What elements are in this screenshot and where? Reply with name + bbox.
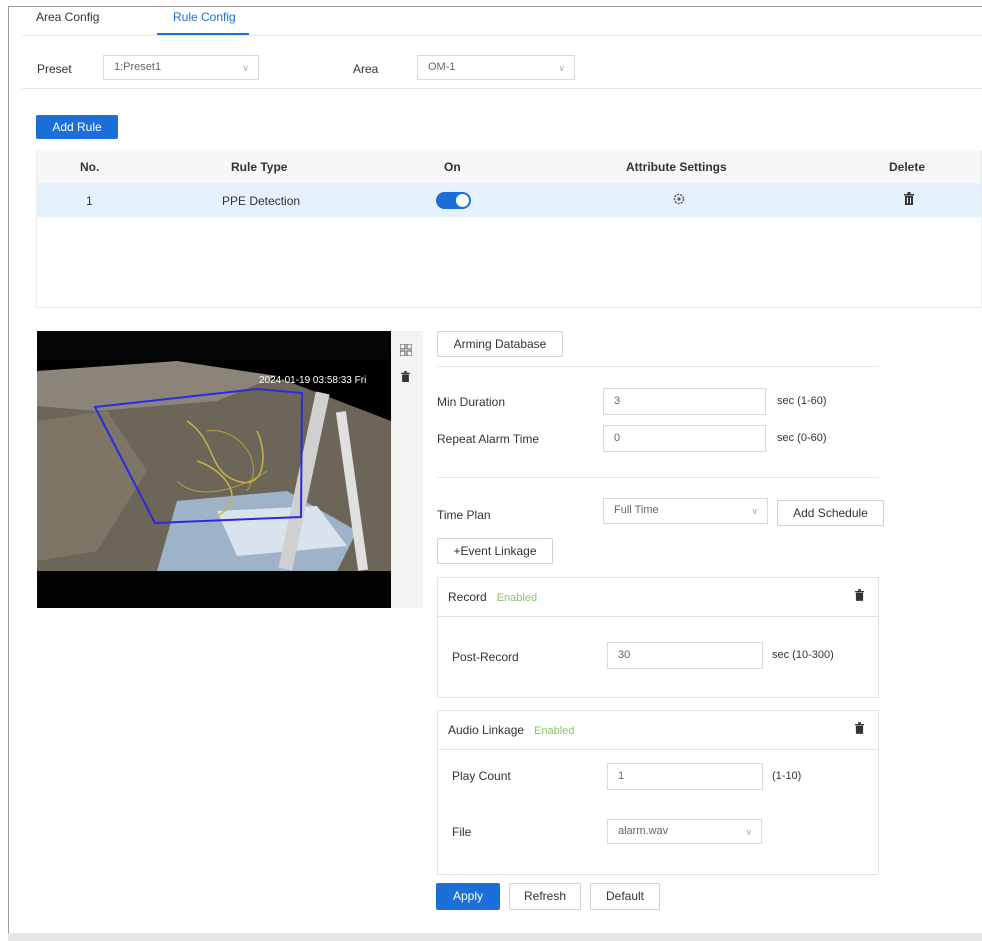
preset-select-value: 1:Preset1 (114, 61, 162, 73)
record-panel-header: Record Enabled (438, 578, 878, 617)
time-plan-select[interactable]: Full Time ∨ (603, 498, 768, 524)
chevron-down-icon: ∨ (751, 506, 758, 516)
repeat-alarm-unit: sec (0-60) (777, 432, 827, 444)
bottom-scroll-area (8, 933, 982, 941)
repeat-alarm-label: Repeat Alarm Time (437, 432, 540, 446)
chevron-down-icon: ∨ (558, 63, 565, 73)
event-linkage-button[interactable]: +Event Linkage (437, 538, 553, 564)
video-timestamp: 2024-01-19 03:58:33 Fri (259, 375, 367, 386)
rule-on-toggle[interactable] (436, 192, 471, 209)
preset-label: Preset (37, 62, 72, 76)
audio-linkage-panel: Audio Linkage Enabled Play Count 1 (1-10)… (437, 710, 879, 875)
divider (437, 366, 879, 367)
trash-icon[interactable] (401, 371, 410, 385)
file-label: File (452, 825, 472, 839)
chevron-down-icon: ∨ (745, 827, 752, 837)
file-select[interactable]: alarm.wav ∨ (607, 819, 762, 844)
post-record-label: Post-Record (452, 650, 519, 664)
refresh-button[interactable]: Refresh (509, 883, 581, 910)
trash-icon[interactable] (904, 192, 914, 208)
play-count-label: Play Count (452, 769, 511, 783)
audio-status: Enabled (534, 725, 575, 737)
rule-table: No. Rule Type On Attribute Settings Dele… (36, 150, 982, 308)
column-header-attribute-settings: Attribute Settings (626, 160, 727, 174)
cell-no: 1 (86, 194, 93, 208)
play-count-unit: (1-10) (772, 770, 802, 782)
min-duration-input[interactable]: 3 (603, 388, 766, 415)
post-record-unit: sec (10-300) (772, 649, 834, 661)
table-header: No. Rule Type On Attribute Settings Dele… (37, 150, 981, 183)
gear-icon[interactable] (673, 192, 685, 209)
file-select-value: alarm.wav (618, 825, 669, 837)
divider (437, 477, 879, 478)
column-header-delete: Delete (889, 160, 926, 174)
tab-rule-config[interactable]: Rule Config (173, 10, 236, 24)
repeat-alarm-input[interactable]: 0 (603, 425, 766, 452)
area-select-value: OM-1 (428, 61, 456, 73)
min-duration-unit: sec (1-60) (777, 395, 827, 407)
min-duration-label: Min Duration (437, 395, 506, 409)
time-plan-label: Time Plan (437, 508, 491, 522)
audio-panel-header: Audio Linkage Enabled (438, 711, 878, 750)
divider (22, 88, 982, 89)
cell-rule-type: PPE Detection (222, 194, 301, 208)
trash-icon[interactable] (855, 589, 864, 604)
arming-database-button[interactable]: Arming Database (437, 331, 563, 357)
video-preview[interactable]: 2024-01-19 03:58:33 Fri (37, 331, 391, 608)
add-rule-button[interactable]: Add Rule (36, 115, 118, 139)
time-plan-value: Full Time (614, 504, 659, 516)
post-record-input[interactable]: 30 (607, 642, 763, 669)
apply-button[interactable]: Apply (436, 883, 500, 910)
column-header-no: No. (80, 160, 100, 174)
area-select[interactable]: OM-1 ∨ (417, 55, 575, 80)
record-panel-title: Record Enabled (448, 590, 538, 604)
trash-icon[interactable] (855, 722, 864, 737)
add-schedule-button[interactable]: Add Schedule (777, 500, 884, 526)
play-count-input[interactable]: 1 (607, 763, 763, 790)
column-header-rule-type: Rule Type (231, 160, 288, 174)
default-button[interactable]: Default (590, 883, 660, 910)
tab-divider (22, 35, 982, 36)
area-label: Area (353, 62, 379, 76)
preset-select[interactable]: 1:Preset1 ∨ (103, 55, 259, 80)
video-toolbar (391, 331, 423, 608)
audio-panel-title: Audio Linkage Enabled (448, 723, 575, 737)
record-status: Enabled (496, 592, 538, 604)
tab-area-config[interactable]: Area Config (36, 10, 99, 24)
toggle-knob (456, 194, 469, 207)
camera-scene (37, 331, 391, 608)
column-header-on: On (444, 160, 461, 174)
record-panel: Record Enabled Post-Record 30 sec (10-300… (437, 577, 879, 698)
table-row[interactable]: 1 PPE Detection (37, 183, 981, 217)
grid-icon[interactable] (399, 343, 413, 359)
chevron-down-icon: ∨ (242, 63, 249, 73)
